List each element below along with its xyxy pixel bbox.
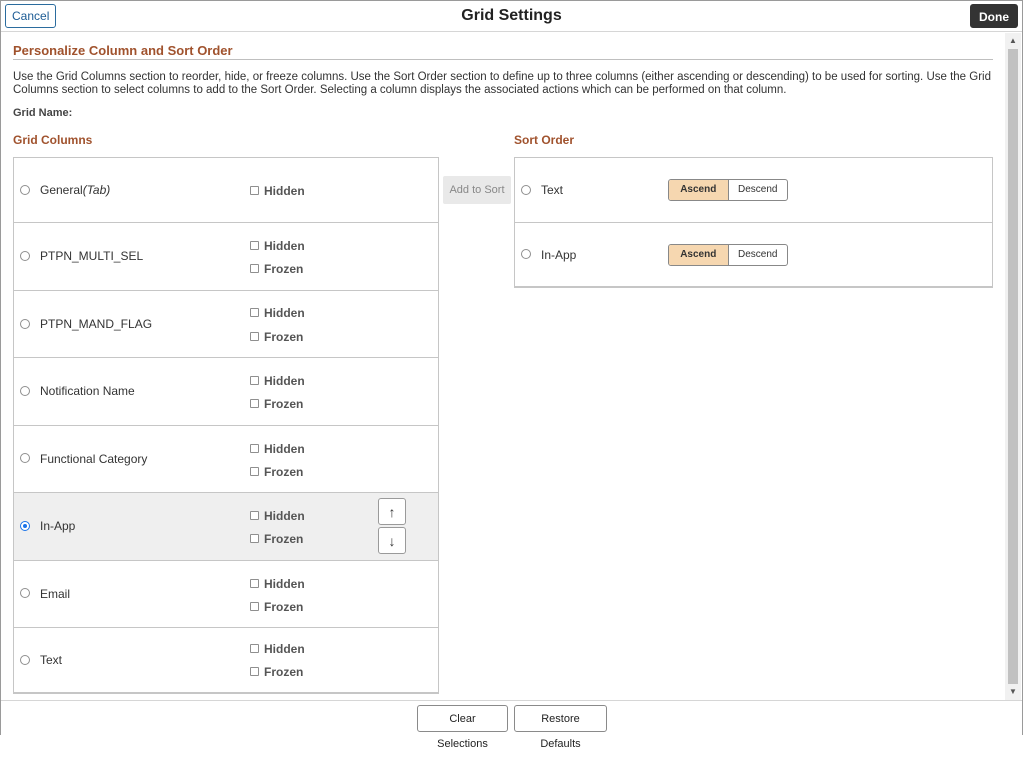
column-radio[interactable] (20, 655, 30, 665)
add-to-sort-button[interactable]: Add to Sort (443, 176, 511, 204)
title-bar: Cancel Grid Settings Done (1, 1, 1022, 32)
hidden-label: Hidden (264, 642, 305, 656)
sort-direction-toggle: Ascend Descend (668, 179, 788, 201)
hidden-checkbox[interactable] (250, 511, 259, 520)
move-up-button[interactable]: ↑ (378, 498, 406, 525)
hidden-label: Hidden (264, 239, 305, 253)
hidden-checkbox[interactable] (250, 308, 259, 317)
descend-button[interactable]: Descend (729, 180, 788, 200)
ascend-button[interactable]: Ascend (669, 180, 729, 200)
hidden-checkbox[interactable] (250, 186, 259, 195)
column-radio[interactable] (20, 386, 30, 396)
clear-selections-button[interactable]: Clear Selections (417, 705, 508, 750)
hidden-label: Hidden (264, 577, 305, 591)
column-label: In-App (40, 519, 76, 533)
hidden-label: Hidden (264, 306, 305, 320)
hidden-label: Hidden (264, 442, 305, 456)
grid-column-row-ptpn-multi-sel[interactable]: PTPN_MULTI_SEL Hidden Frozen (14, 223, 438, 291)
column-radio[interactable] (20, 453, 30, 463)
done-button[interactable]: Done (970, 4, 1018, 28)
column-label: PTPN_MULTI_SEL (40, 249, 144, 263)
frozen-checkbox[interactable] (250, 467, 259, 476)
hidden-checkbox[interactable] (250, 579, 259, 588)
sort-order-title: Sort Order (514, 133, 575, 147)
dialog-footer: Clear Selections Restore Defaults (1, 700, 1022, 750)
column-radio-selected[interactable] (20, 521, 30, 531)
frozen-checkbox[interactable] (250, 667, 259, 676)
grid-column-row-in-app[interactable]: In-App Hidden Frozen ↑ ↓ (14, 493, 438, 561)
grid-column-row-general[interactable]: General(Tab) Hidden (14, 158, 438, 223)
grid-column-row-notification-name[interactable]: Notification Name Hidden Frozen (14, 358, 438, 426)
sort-column-label: In-App (541, 248, 577, 262)
hidden-checkbox[interactable] (250, 241, 259, 250)
descend-button[interactable]: Descend (729, 245, 788, 265)
column-label: PTPN_MAND_FLAG (40, 317, 153, 331)
grid-columns-title: Grid Columns (13, 133, 93, 147)
dialog-content: Personalize Column and Sort Order Use th… (1, 33, 1006, 700)
column-radio[interactable] (20, 319, 30, 329)
frozen-label: Frozen (264, 465, 304, 479)
hidden-checkbox[interactable] (250, 644, 259, 653)
grid-name-label: Grid Name: (13, 107, 73, 119)
frozen-checkbox[interactable] (250, 534, 259, 543)
arrow-down-icon: ↓ (388, 533, 396, 549)
column-label: General(Tab) (40, 183, 110, 197)
sort-radio[interactable] (521, 249, 531, 259)
grid-column-row-text[interactable]: Text Hidden Frozen (14, 628, 438, 693)
grid-column-row-email[interactable]: Email Hidden Frozen (14, 561, 438, 628)
scroll-thumb[interactable] (1008, 49, 1018, 684)
frozen-label: Frozen (264, 532, 304, 546)
frozen-checkbox[interactable] (250, 399, 259, 408)
instructions-text: Use the Grid Columns section to reorder,… (13, 71, 991, 96)
ascend-button[interactable]: Ascend (669, 245, 729, 265)
grid-column-row-functional-category[interactable]: Functional Category Hidden Frozen (14, 426, 438, 493)
sort-direction-toggle: Ascend Descend (668, 244, 788, 266)
column-label: Notification Name (40, 384, 135, 398)
vertical-scrollbar[interactable]: ▲ ▼ (1005, 33, 1021, 700)
column-radio[interactable] (20, 185, 30, 195)
frozen-label: Frozen (264, 665, 304, 679)
sort-row-text[interactable]: Text Ascend Descend (515, 158, 992, 223)
restore-defaults-button[interactable]: Restore Defaults (514, 705, 607, 750)
scroll-down-arrow-icon[interactable]: ▼ (1005, 684, 1021, 700)
sort-column-label: Text (541, 183, 564, 197)
sort-row-in-app[interactable]: In-App Ascend Descend (515, 223, 992, 288)
grid-column-row-ptpn-mand-flag[interactable]: PTPN_MAND_FLAG Hidden Frozen (14, 291, 438, 358)
hidden-label: Hidden (264, 374, 305, 388)
hidden-label: Hidden (264, 509, 305, 523)
column-radio[interactable] (20, 251, 30, 261)
dialog-title: Grid Settings (461, 7, 562, 24)
column-radio[interactable] (20, 588, 30, 598)
column-label: Email (40, 587, 71, 601)
hidden-checkbox[interactable] (250, 444, 259, 453)
scroll-up-arrow-icon[interactable]: ▲ (1005, 33, 1021, 49)
move-down-button[interactable]: ↓ (378, 527, 406, 554)
frozen-checkbox[interactable] (250, 602, 259, 611)
arrow-up-icon: ↑ (388, 504, 396, 520)
grid-settings-dialog: Cancel Grid Settings Done Personalize Co… (0, 0, 1023, 750)
hidden-label: Hidden (264, 184, 305, 198)
column-suffix: (Tab) (82, 183, 111, 197)
column-name: General (40, 183, 83, 197)
sort-order-list: Text Ascend Descend In-App Ascend Descen… (514, 157, 993, 288)
column-label: Text (40, 653, 63, 667)
section-title: Personalize Column and Sort Order (13, 43, 993, 60)
frozen-checkbox[interactable] (250, 264, 259, 273)
column-label: Functional Category (40, 452, 148, 466)
frozen-label: Frozen (264, 262, 304, 276)
frozen-label: Frozen (264, 397, 304, 411)
sort-radio[interactable] (521, 185, 531, 195)
frozen-label: Frozen (264, 330, 304, 344)
grid-columns-list: General(Tab) Hidden PTPN_MULTI_SEL Hidde… (13, 157, 439, 694)
frozen-checkbox[interactable] (250, 332, 259, 341)
hidden-checkbox[interactable] (250, 376, 259, 385)
frozen-label: Frozen (264, 600, 304, 614)
